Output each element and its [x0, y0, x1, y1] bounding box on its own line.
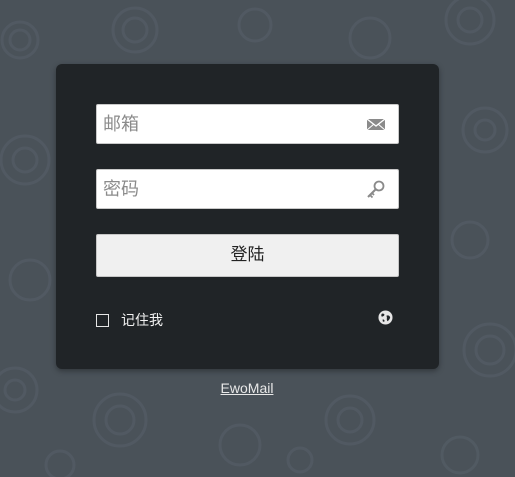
remember-me[interactable]: 记住我 — [96, 310, 163, 330]
envelope-icon — [366, 118, 386, 131]
remember-me-checkbox[interactable] — [96, 313, 109, 327]
ewomail-link[interactable]: EwoMail — [0, 380, 494, 396]
password-field-container — [96, 169, 399, 209]
email-field-container — [96, 104, 399, 144]
key-icon — [367, 180, 385, 199]
password-input[interactable] — [97, 170, 363, 208]
email-input[interactable] — [97, 105, 363, 143]
remember-me-label[interactable]: 记住我 — [121, 310, 163, 330]
login-panel: 登陆 记住我 — [56, 64, 439, 369]
globe-icon[interactable] — [378, 310, 393, 325]
login-button[interactable]: 登陆 — [96, 234, 399, 277]
